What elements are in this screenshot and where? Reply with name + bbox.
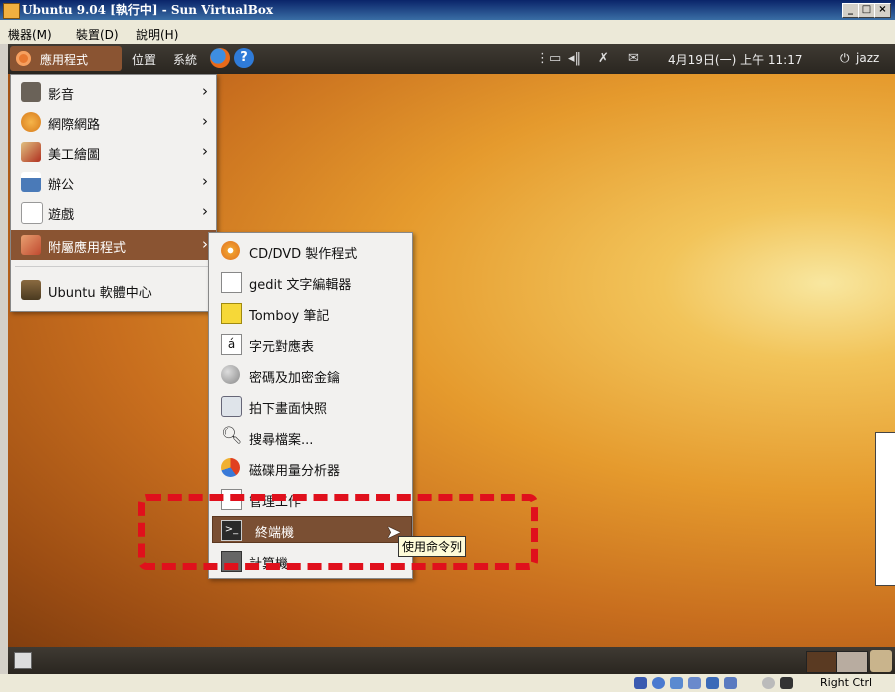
network-adapter-icon[interactable]: [688, 677, 701, 689]
applications-menu-button[interactable]: 應用程式: [10, 46, 122, 71]
menu-item-accessories[interactable]: 附屬應用程式 ›: [11, 230, 216, 260]
close-button[interactable]: ×: [874, 3, 891, 18]
submenu-item-label: CD/DVD 製作程式: [249, 247, 358, 262]
submenu-item-tomboy[interactable]: Tomboy 筆記: [209, 297, 412, 328]
chevron-right-icon: ›: [202, 172, 208, 190]
clock[interactable]: 4月19日(一) 上午 11:17: [668, 51, 802, 68]
games-icon: [21, 202, 43, 224]
menu-item-label: 影音: [48, 88, 75, 103]
help-icon[interactable]: ?: [234, 48, 254, 68]
chevron-right-icon: ›: [202, 202, 208, 220]
menu-item-internet[interactable]: 網際網路 ›: [11, 107, 216, 137]
office-icon: [21, 172, 41, 192]
keys-icon: [221, 365, 240, 384]
applications-label: 應用程式: [40, 53, 89, 67]
places-menu[interactable]: 位置: [132, 51, 156, 68]
firefox-icon[interactable]: [210, 48, 230, 68]
search-icon: 🔍︎: [221, 426, 243, 446]
guest-desktop[interactable]: 應用程式 位置 系統 ? ⋮▭ ◂‖ ✗ ✉ 4月19日(一) 上午 11:17…: [8, 44, 895, 674]
submenu-item-label: Tomboy 筆記: [249, 309, 330, 324]
screenshot-icon: [221, 396, 242, 417]
mouse-integration-icon[interactable]: [780, 677, 793, 689]
floppy-icon[interactable]: [670, 677, 683, 689]
bottom-panel: [8, 647, 895, 674]
workspace-2[interactable]: [836, 651, 868, 673]
volume-icon[interactable]: ◂‖: [568, 51, 581, 66]
power-icon[interactable]: ⏻: [840, 51, 850, 66]
menu-item-label: 辦公: [48, 178, 75, 193]
menu-item-software-center[interactable]: Ubuntu 軟體中心: [11, 275, 216, 305]
applications-menu: 影音 › 網際網路 › 美工繪圖 › 辦公 › 遊戲 › 附屬應用程式 › Ub…: [10, 74, 217, 312]
usb-icon[interactable]: [706, 677, 719, 689]
minimize-button[interactable]: _: [842, 3, 859, 18]
text-editor-icon: [221, 272, 242, 293]
menu-item-multimedia[interactable]: 影音 ›: [11, 77, 216, 107]
tooltip: 使用命令列: [398, 536, 467, 557]
window-title: Ubuntu 9.04 [執行中] - Sun VirtualBox: [22, 3, 274, 17]
chevron-right-icon: ›: [202, 112, 208, 130]
mail-icon[interactable]: ✉: [628, 51, 639, 66]
virtualbox-app-icon: [3, 3, 20, 19]
top-panel: 應用程式 位置 系統 ? ⋮▭ ◂‖ ✗ ✉ 4月19日(一) 上午 11:17…: [8, 44, 895, 74]
chevron-right-icon: ›: [202, 82, 208, 100]
menu-item-label: 網際網路: [48, 118, 101, 133]
accessories-icon: [21, 235, 41, 255]
disk-usage-icon: [221, 458, 240, 477]
user-name[interactable]: jazz: [856, 51, 879, 65]
submenu-item-passwords-keys[interactable]: 密碼及加密金鑰: [209, 359, 412, 390]
cd-drive-icon[interactable]: [652, 677, 665, 689]
system-menu[interactable]: 系統: [173, 51, 197, 68]
multimedia-icon: [21, 82, 41, 102]
maximize-button[interactable]: □: [858, 3, 875, 18]
notes-icon: [221, 303, 242, 324]
hard-disk-icon[interactable]: [634, 677, 647, 689]
software-center-icon: [21, 280, 41, 300]
background-window[interactable]: [875, 432, 895, 586]
submenu-item-label: 磁碟用量分析器: [249, 464, 341, 479]
ubuntu-logo-icon: [16, 51, 31, 66]
graphics-icon: [21, 142, 41, 162]
submenu-item-label: 拍下畫面快照: [249, 402, 328, 417]
submenu-item-character-map[interactable]: á 字元對應表: [209, 328, 412, 359]
submenu-item-cd-dvd-creator[interactable]: CD/DVD 製作程式: [209, 235, 412, 266]
chevron-right-icon: ›: [202, 142, 208, 160]
trash-icon[interactable]: [870, 650, 892, 672]
vbox-menu-bar: 機器(M) 裝置(D) 說明(H): [0, 20, 895, 44]
menu-item-graphics[interactable]: 美工繪圖 ›: [11, 137, 216, 167]
menu-item-label: 美工繪圖: [48, 148, 101, 163]
vbox-status-bar: Right Ctrl: [0, 674, 895, 692]
disc-burner-icon: [221, 241, 240, 260]
host-key-label: Right Ctrl: [820, 676, 873, 689]
menu-item-label: 遊戲: [48, 208, 75, 223]
network-icon[interactable]: ⋮▭: [536, 51, 561, 66]
submenu-item-disk-usage[interactable]: 磁碟用量分析器: [209, 452, 412, 483]
show-desktop-icon[interactable]: [14, 652, 32, 669]
menu-devices[interactable]: 裝置(D): [76, 26, 119, 43]
submenu-item-label: 搜尋檔案...: [249, 433, 314, 448]
window-title-bar[interactable]: Ubuntu 9.04 [執行中] - Sun VirtualBox _ □ ×: [0, 0, 895, 20]
submenu-item-label: 密碼及加密金鑰: [249, 371, 341, 386]
menu-help[interactable]: 說明(H): [136, 26, 178, 43]
menu-item-office[interactable]: 辦公 ›: [11, 167, 216, 197]
submenu-item-screenshot[interactable]: 拍下畫面快照: [209, 390, 412, 421]
workspace-1[interactable]: [806, 651, 838, 673]
bluetooth-icon[interactable]: ✗: [598, 51, 609, 66]
submenu-item-gedit[interactable]: gedit 文字編輯器: [209, 266, 412, 297]
menu-item-label: Ubuntu 軟體中心: [48, 286, 152, 301]
highlight-annotation: [138, 494, 538, 570]
menu-separator: [15, 266, 211, 267]
submenu-item-search-files[interactable]: 🔍︎ 搜尋檔案...: [209, 421, 412, 452]
submenu-item-label: 字元對應表: [249, 340, 315, 355]
character-map-icon: á: [221, 334, 242, 355]
menu-item-games[interactable]: 遊戲 ›: [11, 197, 216, 227]
menu-machine[interactable]: 機器(M): [8, 26, 52, 43]
virtualization-icon: [762, 677, 775, 689]
shared-folders-icon[interactable]: [724, 677, 737, 689]
submenu-item-label: gedit 文字編輯器: [249, 278, 352, 293]
internet-icon: [21, 112, 41, 132]
menu-item-label: 附屬應用程式: [48, 241, 127, 256]
